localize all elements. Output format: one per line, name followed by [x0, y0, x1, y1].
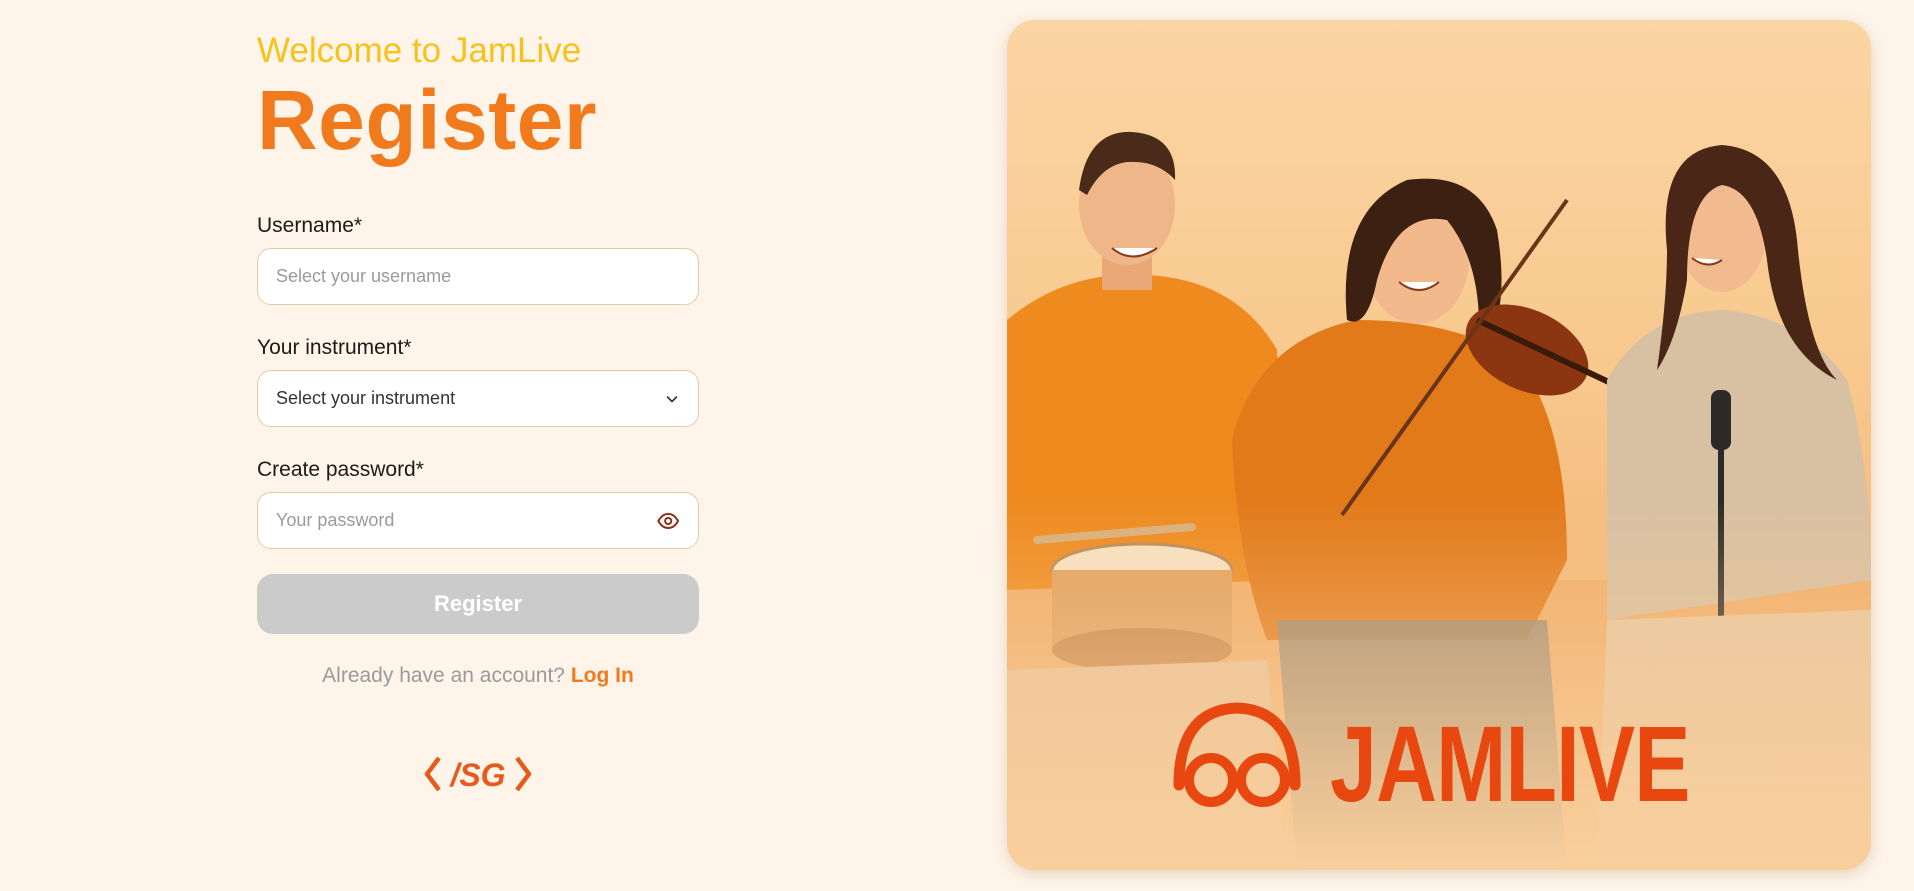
username-input[interactable]	[276, 266, 680, 287]
password-field-group: Create password*	[257, 457, 699, 549]
sg-logo-icon: /SG	[424, 756, 532, 793]
username-label: Username*	[257, 214, 363, 237]
chevron-down-icon	[666, 395, 678, 402]
eye-icon[interactable]	[656, 508, 680, 534]
instrument-label: Your instrument*	[257, 336, 412, 359]
username-input-wrapper	[257, 248, 699, 305]
instrument-select-value: Select your instrument	[276, 388, 456, 408]
login-prompt-text: Already have an account?	[322, 664, 565, 687]
username-field-group: Username*	[257, 213, 699, 305]
password-input[interactable]	[276, 510, 656, 531]
register-button[interactable]: Register	[257, 574, 699, 634]
svg-text:/SG: /SG	[448, 757, 505, 793]
password-input-wrapper	[257, 492, 699, 549]
instrument-field-group: Your instrument* Select your instrument	[257, 335, 699, 427]
instrument-select[interactable]: Select your instrument	[257, 370, 699, 427]
jamlive-brand-text: JAMLIVE	[1330, 703, 1690, 824]
password-label: Create password*	[257, 458, 424, 481]
login-link[interactable]: Log In	[571, 664, 634, 687]
page-title: Register	[257, 73, 598, 167]
welcome-heading: Welcome to JamLive	[257, 31, 582, 70]
hero-image-panel: JAMLIVE	[1007, 20, 1871, 870]
login-prompt-line: Already have an account? Log In	[257, 664, 699, 688]
register-form-panel: Welcome to JamLive Register Username* Yo…	[257, 30, 699, 793]
